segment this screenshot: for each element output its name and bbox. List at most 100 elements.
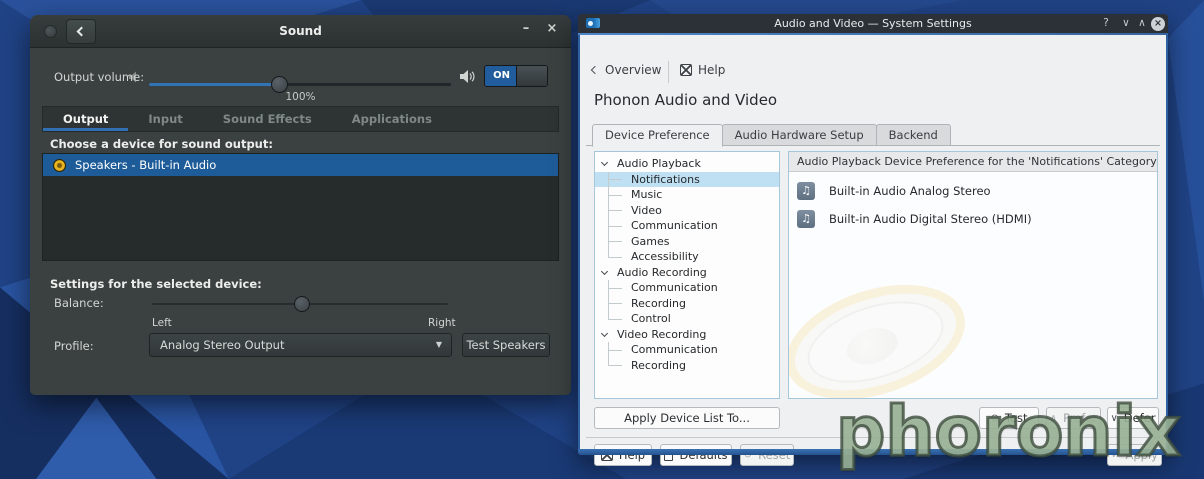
system-settings-window: Audio and Video — System Settings ? ∨ ∧ … — [578, 14, 1168, 455]
window-title: Sound — [30, 24, 571, 38]
choose-device-heading: Choose a device for sound output: — [50, 137, 273, 151]
titlebar-minimize-button[interactable]: ∨ — [1119, 17, 1133, 29]
tree-label: Control — [631, 312, 671, 325]
output-volume-slider[interactable] — [149, 83, 451, 86]
balance-left-label: Left — [152, 317, 172, 329]
device-label: Built-in Audio Digital Stereo (HDMI) — [829, 212, 1032, 226]
tab-output[interactable]: Output — [43, 107, 128, 131]
profile-label: Profile: — [54, 339, 94, 353]
tree-label: Recording — [631, 359, 686, 372]
help-button[interactable]: Help — [594, 444, 652, 466]
phoronix-watermark: phoronix — [836, 392, 1181, 472]
tree-item-audio-playback[interactable]: Audio Playback — [595, 156, 779, 172]
tree-item-accessibility[interactable]: Accessibility — [595, 249, 779, 265]
titlebar-close-button[interactable]: × — [1151, 17, 1165, 31]
tree-item-video[interactable]: Video — [595, 203, 779, 219]
tree-label: Games — [631, 235, 669, 248]
switch-on-label: ON — [485, 66, 518, 86]
toolbar-separator — [668, 61, 669, 83]
output-volume-switch[interactable]: ON — [484, 65, 548, 87]
tree-label: Music — [631, 188, 662, 201]
sound-tab-bar: Output Input Sound Effects Applications — [42, 106, 559, 132]
profile-value: Analog Stereo Output — [160, 338, 284, 352]
volume-percent-label: 100% — [44, 91, 557, 103]
tab-applications[interactable]: Applications — [332, 107, 452, 131]
tree-item-music[interactable]: Music — [595, 187, 779, 203]
device-row-label: Speakers - Built-in Audio — [75, 158, 216, 172]
tab-sound-effects[interactable]: Sound Effects — [203, 107, 332, 131]
tree-label: Communication — [631, 281, 718, 294]
tree-item-recording-communication[interactable]: Communication — [595, 280, 779, 296]
page-title: Phonon Audio and Video — [594, 91, 777, 109]
phonon-tab-bar: Device Preference Audio Hardware Setup B… — [592, 124, 950, 146]
close-button[interactable]: × — [541, 21, 563, 36]
chevron-down-icon[interactable] — [601, 159, 608, 166]
apply-device-list-label: Apply Device List To... — [624, 411, 750, 425]
tree-item-games[interactable]: Games — [595, 234, 779, 250]
chevron-down-icon[interactable] — [601, 329, 608, 336]
device-analog-stereo[interactable]: ♫ Built-in Audio Analog Stereo — [797, 182, 991, 200]
tree-item-video-communication[interactable]: Communication — [595, 342, 779, 358]
tree-label: Video Recording — [617, 328, 706, 341]
tree-label: Audio Playback — [617, 157, 701, 170]
device-panel-header: Audio Playback Device Preference for the… — [789, 152, 1157, 172]
tree-label: Video — [631, 204, 662, 217]
tree-label: Communication — [631, 343, 718, 356]
device-row-speakers[interactable]: Speakers - Built-in Audio — [43, 154, 558, 176]
toolbar-help-label: Help — [698, 63, 725, 77]
tab-device-preference[interactable]: Device Preference — [592, 124, 723, 147]
tree-label: Communication — [631, 219, 718, 232]
speaker-high-icon — [459, 68, 476, 85]
defaults-button[interactable]: Defaults — [660, 444, 732, 466]
switch-knob[interactable] — [516, 66, 547, 86]
toolbar-help-button[interactable]: Help — [680, 63, 725, 77]
test-speakers-button[interactable]: Test Speakers — [462, 333, 550, 357]
profile-dropdown[interactable]: Analog Stereo Output ▼ — [149, 333, 452, 357]
titlebar-help-button[interactable]: ? — [1099, 17, 1113, 29]
device-label: Built-in Audio Analog Stereo — [829, 184, 991, 198]
chevron-down-icon[interactable] — [601, 267, 608, 274]
tree-item-video-recording-rec[interactable]: Recording — [595, 358, 779, 374]
overview-back-button[interactable]: Overview — [592, 63, 662, 77]
tree-item-notifications[interactable]: Notifications — [595, 172, 779, 188]
tree-label: Notifications — [631, 173, 700, 186]
tab-backend[interactable]: Backend — [876, 124, 951, 146]
sound-settings-window: Sound – × Output volume: ON 100% Output … — [30, 15, 571, 395]
music-note-icon: ♫ — [797, 182, 815, 200]
balance-slider[interactable] — [152, 303, 448, 305]
chevron-left-icon — [591, 66, 599, 74]
reset-button[interactable]: ↺ Reset — [740, 444, 794, 466]
sound-window-titlebar[interactable]: Sound – × — [30, 15, 571, 48]
tab-audio-hardware-setup[interactable]: Audio Hardware Setup — [722, 124, 877, 146]
balance-label: Balance: — [54, 296, 104, 310]
tree-item-audio-recording[interactable]: Audio Recording — [595, 265, 779, 281]
tree-item-communication[interactable]: Communication — [595, 218, 779, 234]
help-icon — [680, 64, 692, 76]
balance-handle[interactable] — [294, 296, 310, 312]
device-preference-panel[interactable]: Audio Playback Device Preference for the… — [788, 151, 1158, 399]
music-note-icon: ♫ — [797, 210, 815, 228]
speaker-low-icon — [128, 70, 142, 84]
device-digital-stereo-hdmi[interactable]: ♫ Built-in Audio Digital Stereo (HDMI) — [797, 210, 1032, 228]
dropdown-arrow-icon: ▼ — [436, 334, 442, 356]
speaker-device-icon — [53, 159, 66, 172]
device-settings-heading: Settings for the selected device: — [50, 277, 262, 291]
tree-item-control[interactable]: Control — [595, 311, 779, 327]
titlebar-maximize-button[interactable]: ∧ — [1135, 17, 1149, 29]
minimize-button[interactable]: – — [515, 21, 537, 36]
overview-label: Overview — [605, 63, 662, 77]
slider-fill — [149, 83, 280, 86]
speaker-watermark-graphic — [788, 264, 980, 399]
kde-window-body: Overview Help Phonon Audio and Video Dev… — [578, 35, 1168, 449]
output-device-list[interactable]: Speakers - Built-in Audio — [42, 153, 559, 261]
kde-titlebar[interactable]: Audio and Video — System Settings ? ∨ ∧ … — [578, 14, 1168, 33]
tree-label: Recording — [631, 297, 686, 310]
tree-item-video-recording[interactable]: Video Recording — [595, 327, 779, 343]
kde-window-title: Audio and Video — System Settings — [578, 17, 1168, 30]
category-tree[interactable]: Audio Playback Notifications Music Video… — [594, 151, 780, 399]
tree-label: Audio Recording — [617, 266, 707, 279]
tab-input[interactable]: Input — [128, 107, 202, 131]
apply-device-list-button[interactable]: Apply Device List To... — [594, 407, 780, 429]
balance-right-label: Right — [428, 317, 456, 329]
tree-item-recording-recording[interactable]: Recording — [595, 296, 779, 312]
